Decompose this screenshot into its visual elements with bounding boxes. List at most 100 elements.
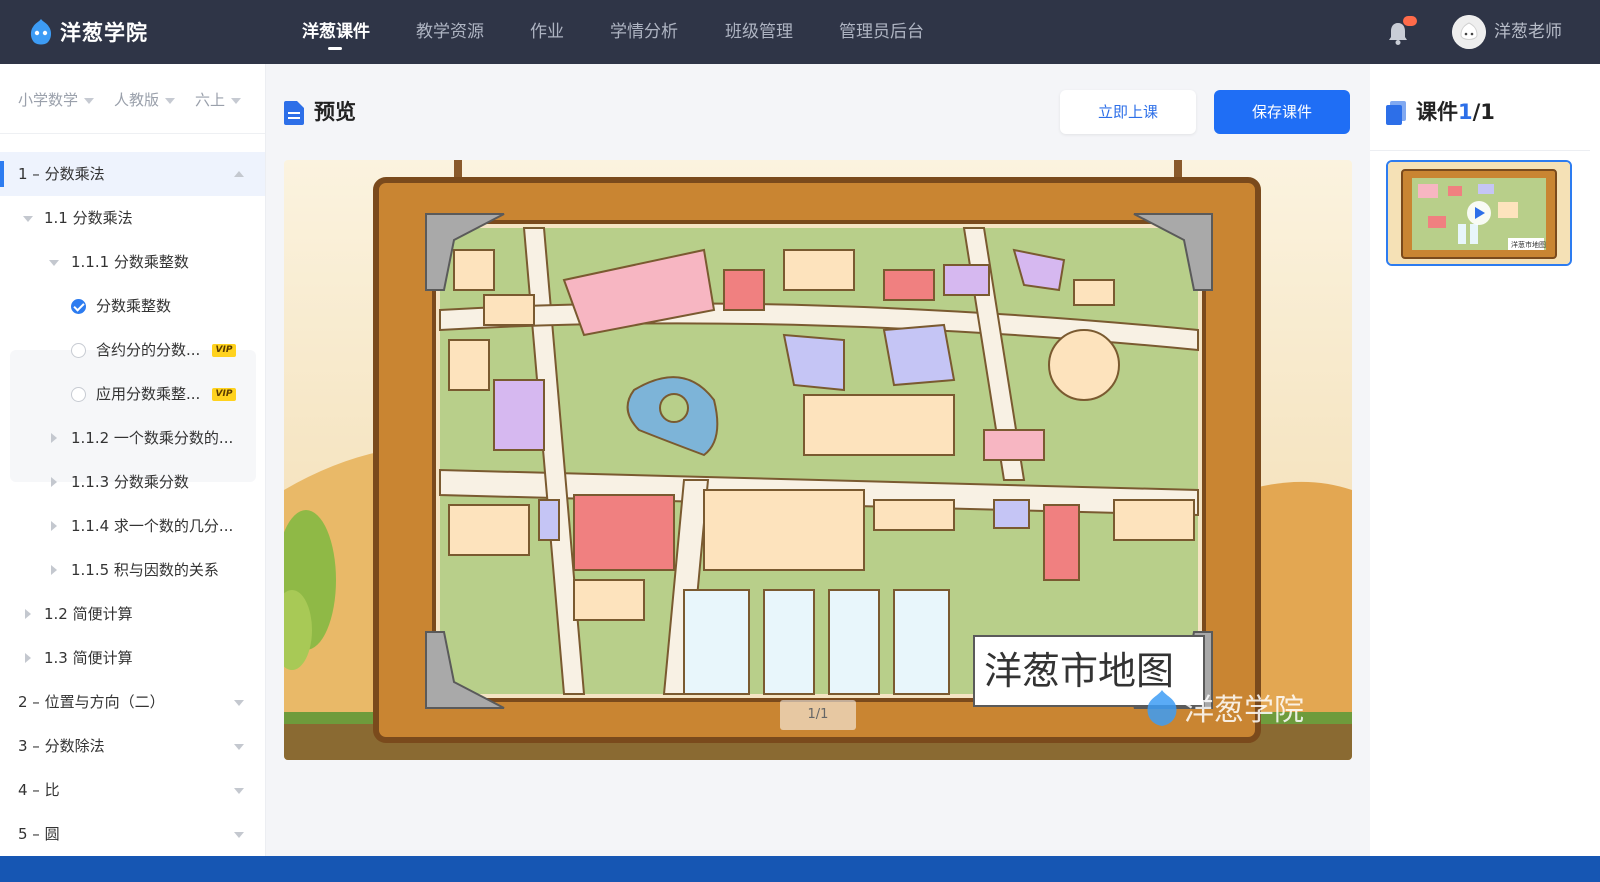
- chevron-down-icon[interactable]: [234, 788, 244, 794]
- nav-tab-courseware[interactable]: 洋葱课件: [302, 0, 370, 64]
- selected-indicator: [0, 161, 4, 187]
- caret-right-icon[interactable]: [51, 565, 57, 575]
- tree-section-1-1[interactable]: 1.1 分数乘法: [0, 196, 265, 240]
- tree-item-label: 1.1.5 积与因数的关系: [71, 561, 219, 579]
- avatar-onion-icon: [1452, 15, 1486, 49]
- courseware-title: 课件: [1416, 100, 1458, 124]
- caret-down-icon[interactable]: [23, 216, 33, 222]
- map-sign-text: 洋葱市地图: [984, 651, 1174, 693]
- tree-item-label: 4 – 比: [18, 781, 60, 799]
- course-tree-sidebar: 小学数学 人教版 六上 1 – 分数乘法 1.1 分数乘法 1.1.1 分数乘整…: [0, 64, 266, 856]
- subject-value: 小学数学: [18, 91, 79, 109]
- document-icon: [284, 101, 304, 125]
- chevron-down-icon: [84, 97, 95, 104]
- tree-item-label: 分数乘整数: [96, 297, 172, 315]
- nav-tab-label: 学情分析: [610, 22, 678, 42]
- courseware-count: 课件1/1: [1416, 96, 1495, 126]
- tree-item-label: 1.1.3 分数乘分数: [71, 473, 189, 491]
- nav-tab-label: 作业: [530, 22, 564, 42]
- tree-item-label: 1 – 分数乘法: [18, 165, 105, 183]
- tree-section-1-3[interactable]: 1.3 简便计算: [0, 636, 265, 680]
- tree-item-label: 1.2 简便计算: [44, 605, 133, 623]
- slide-logo-text: 洋葱学院: [1184, 694, 1304, 727]
- tree-item-label: 3 – 分数除法: [18, 737, 105, 755]
- filter-bar: 小学数学 人教版 六上: [0, 64, 265, 134]
- nav-tab-resources[interactable]: 教学资源: [416, 0, 484, 64]
- map-slide-illustration: 洋葱市地图 洋葱学院: [284, 160, 1352, 760]
- total-pages: /1: [1472, 100, 1495, 124]
- scrollbar[interactable]: [1590, 64, 1600, 856]
- app-logo[interactable]: 洋葱学院: [26, 16, 148, 48]
- avatar[interactable]: [1452, 15, 1486, 49]
- edition-value: 人教版: [114, 91, 160, 109]
- caret-down-icon[interactable]: [49, 260, 59, 266]
- nav-tab-label: 洋葱课件: [302, 22, 370, 42]
- grade-value: 六上: [195, 91, 226, 109]
- chevron-down-icon: [231, 97, 242, 104]
- save-courseware-button[interactable]: 保存课件: [1214, 90, 1350, 134]
- nav-tab-class-management[interactable]: 班级管理: [725, 0, 793, 64]
- tree-subsection-1-1-4[interactable]: 1.1.4 求一个数的几分...: [0, 504, 265, 548]
- start-class-button[interactable]: 立即上课: [1060, 90, 1196, 134]
- nav-tab-label: 管理员后台: [839, 22, 924, 42]
- tree-chapter-1[interactable]: 1 – 分数乘法: [0, 152, 265, 196]
- caret-right-icon[interactable]: [51, 433, 57, 443]
- tree-subsection-1-1-5[interactable]: 1.1.5 积与因数的关系: [0, 548, 265, 592]
- copy-icon: [1386, 101, 1406, 125]
- nav-tab-label: 教学资源: [416, 22, 484, 42]
- chevron-down-icon[interactable]: [234, 700, 244, 706]
- user-name[interactable]: 洋葱老师: [1494, 0, 1562, 64]
- radio-circle-icon[interactable]: [71, 343, 86, 358]
- tree-subsection-1-1-1[interactable]: 1.1.1 分数乘整数: [0, 240, 265, 284]
- caret-right-icon[interactable]: [51, 521, 57, 531]
- vip-badge: VIP: [212, 388, 236, 401]
- tree-chapter-3[interactable]: 3 – 分数除法: [0, 724, 265, 768]
- chevron-up-icon[interactable]: [234, 171, 244, 177]
- tree-subsection-1-1-2[interactable]: 1.1.2 一个数乘分数的...: [0, 416, 265, 460]
- tree-chapter-4[interactable]: 4 – 比: [0, 768, 265, 812]
- onion-logo-icon: [30, 19, 52, 45]
- vip-badge: VIP: [212, 344, 236, 357]
- edition-select[interactable]: 人教版: [114, 89, 176, 110]
- caret-right-icon[interactable]: [51, 477, 57, 487]
- thumbnail-image: 洋葱市地图: [1388, 162, 1570, 264]
- nav-tab-analytics[interactable]: 学情分析: [610, 0, 678, 64]
- subject-select[interactable]: 小学数学: [18, 89, 95, 110]
- tree-item-label: 5 – 圆: [18, 825, 60, 843]
- tree-item-label: 1.3 简便计算: [44, 649, 133, 667]
- check-circle-icon[interactable]: [71, 299, 86, 314]
- tree-section-1-2[interactable]: 1.2 简便计算: [0, 592, 265, 636]
- bottom-strip: [0, 856, 1600, 882]
- tree-item-label: 应用分数乘整...: [96, 385, 201, 403]
- grade-select[interactable]: 六上: [195, 89, 242, 110]
- chevron-down-icon[interactable]: [234, 744, 244, 750]
- caret-right-icon[interactable]: [25, 609, 31, 619]
- thumbnail-sign-text: 洋葱市地图: [1511, 240, 1546, 249]
- chevron-down-icon[interactable]: [234, 832, 244, 838]
- slide-preview[interactable]: 洋葱市地图 洋葱学院: [284, 160, 1352, 760]
- page-indicator: 1/1: [780, 700, 856, 730]
- divider: [1370, 150, 1600, 151]
- tree-subsection-1-1-3[interactable]: 1.1.3 分数乘分数: [0, 460, 265, 504]
- notification-badge: [1403, 16, 1417, 26]
- nav-tab-admin[interactable]: 管理员后台: [839, 0, 924, 64]
- top-nav-bar: 洋葱学院 洋葱课件 教学资源 作业 学情分析 班级管理 管理员后台 洋葱老师: [0, 0, 1600, 64]
- tree-item-label: 1.1.2 一个数乘分数的...: [71, 429, 234, 447]
- tree-lesson-item[interactable]: 分数乘整数: [0, 284, 265, 328]
- slide-thumbnail[interactable]: 洋葱市地图: [1386, 160, 1572, 266]
- tree-chapter-2[interactable]: 2 – 位置与方向（二）: [0, 680, 265, 724]
- tree-lesson-item[interactable]: 含约分的分数... VIP: [0, 328, 265, 372]
- tree-chapter-5[interactable]: 5 – 圆: [0, 812, 265, 856]
- active-tab-indicator: [328, 47, 342, 50]
- app-name: 洋葱学院: [60, 21, 148, 45]
- tree-lesson-item[interactable]: 应用分数乘整... VIP: [0, 372, 265, 416]
- caret-right-icon[interactable]: [25, 653, 31, 663]
- nav-tab-label: 班级管理: [725, 22, 793, 42]
- tree-item-label: 2 – 位置与方向（二）: [18, 693, 165, 711]
- chevron-down-icon: [165, 97, 176, 104]
- tree-item-label: 1.1 分数乘法: [44, 209, 133, 227]
- tree-item-label: 1.1.1 分数乘整数: [71, 253, 189, 271]
- current-page: 1: [1458, 100, 1473, 124]
- nav-tab-homework[interactable]: 作业: [530, 0, 564, 64]
- radio-circle-icon[interactable]: [71, 387, 86, 402]
